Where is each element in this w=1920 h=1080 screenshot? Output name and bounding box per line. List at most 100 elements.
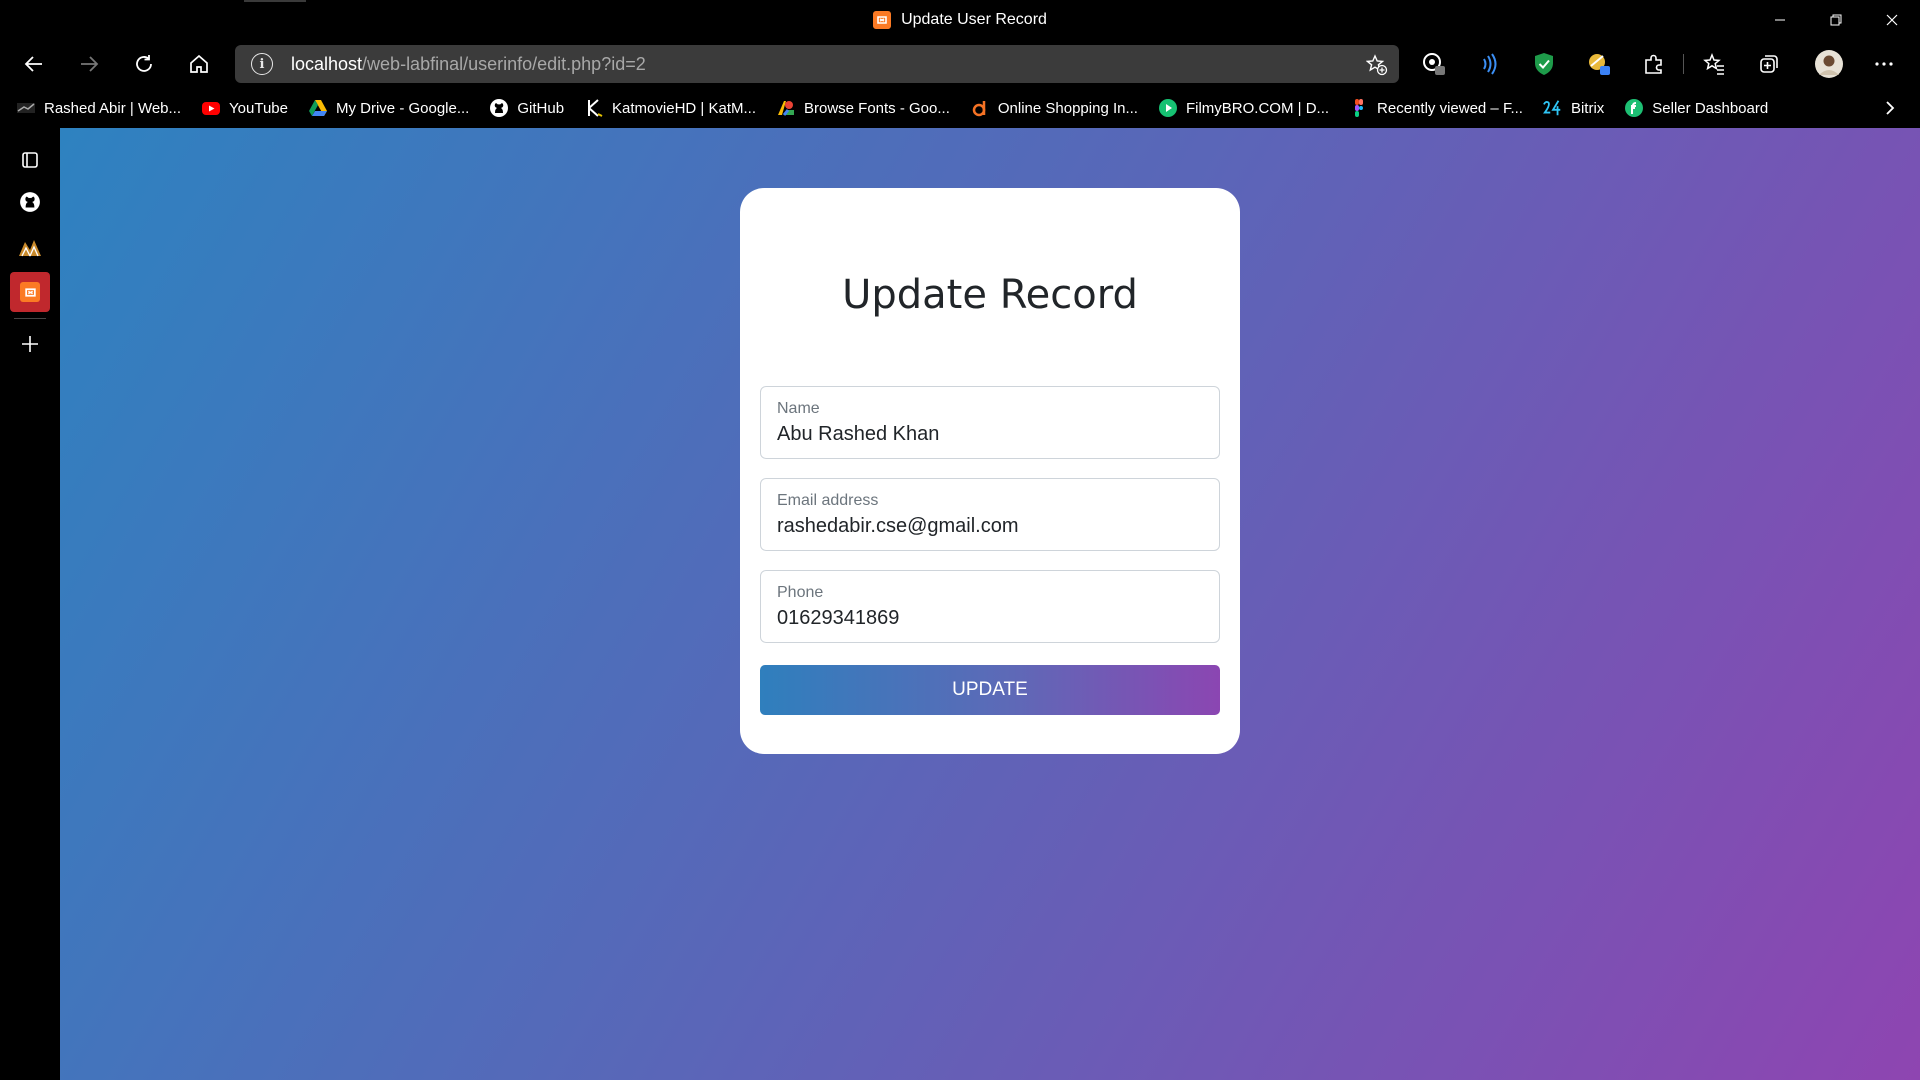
sidebar-separator xyxy=(14,318,46,319)
bookmarks-bar: Rashed Abir | Web... YouTube My Drive - … xyxy=(0,88,1920,128)
browser-sidebar xyxy=(0,128,60,1080)
avatar xyxy=(1815,50,1843,78)
daraz-icon xyxy=(970,98,990,118)
bookmark-seller-dashboard[interactable]: Seller Dashboard xyxy=(1624,98,1768,118)
youtube-icon xyxy=(201,98,221,118)
favorites-star-icon xyxy=(1703,52,1724,75)
bookmark-label: Seller Dashboard xyxy=(1652,99,1769,117)
close-icon xyxy=(1886,14,1898,26)
fiverr-icon xyxy=(1624,98,1644,118)
chevron-right-icon xyxy=(1886,101,1895,115)
bookmark-online-shopping[interactable]: Online Shopping In... xyxy=(970,98,1138,118)
toolbar-separator xyxy=(1683,54,1684,74)
back-button[interactable] xyxy=(14,44,54,84)
rashed-abir-favicon xyxy=(16,98,36,118)
restore-button[interactable] xyxy=(1808,0,1864,40)
page-viewport: Update Record Name Email address Phone U… xyxy=(60,128,1920,1080)
sidebar-tab-actions-button[interactable] xyxy=(10,140,50,180)
phone-input[interactable] xyxy=(777,607,1197,630)
phone-field-label: Phone xyxy=(777,584,824,601)
url-path: /web-labfinal/userinfo/edit.php?id=2 xyxy=(362,53,646,74)
sidebar-add-button[interactable] xyxy=(10,324,50,364)
github-icon xyxy=(20,192,40,212)
bookmark-google-fonts[interactable]: Browse Fonts - Goo... xyxy=(776,98,950,118)
figma-icon xyxy=(1349,98,1369,118)
bookmark-label: My Drive - Google... xyxy=(335,99,470,117)
extension-button-3[interactable] xyxy=(1529,49,1559,79)
extension-button-2[interactable] xyxy=(1474,49,1504,79)
mountain-logo-icon xyxy=(19,240,41,257)
filmybro-icon xyxy=(1158,98,1178,118)
home-button[interactable] xyxy=(179,44,219,84)
sidebar-xampp-button[interactable] xyxy=(10,272,50,312)
bookmark-filmybro[interactable]: FilmyBRO.COM | D... xyxy=(1158,98,1329,118)
close-window-button[interactable] xyxy=(1864,0,1920,40)
more-horizontal-icon xyxy=(1875,62,1893,66)
bookmark-label: Rashed Abir | Web... xyxy=(44,99,182,117)
sidebar-github-button[interactable] xyxy=(10,182,50,222)
name-field[interactable]: Name xyxy=(760,386,1220,459)
bookmark-label: Browse Fonts - Goo... xyxy=(803,99,950,117)
phone-field[interactable]: Phone xyxy=(760,570,1220,643)
wifi-signal-icon xyxy=(1483,53,1497,75)
search-extension-icon xyxy=(1423,53,1445,75)
bookmark-rashed-abir[interactable]: Rashed Abir | Web... xyxy=(16,98,181,118)
navigation-bar: i localhost/web-labfinal/userinfo/edit.p… xyxy=(0,40,1920,88)
profile-button[interactable] xyxy=(1812,47,1846,81)
window-title-group: Update User Record xyxy=(0,0,1920,40)
title-bar: Update User Record xyxy=(0,0,1920,40)
bookmark-label: Recently viewed – F... xyxy=(1377,99,1523,117)
puzzle-icon xyxy=(1645,54,1662,74)
more-bookmarks-button[interactable] xyxy=(1880,98,1900,118)
xampp-icon xyxy=(873,11,892,29)
email-input[interactable] xyxy=(777,515,1197,538)
bookmark-label: FilmyBRO.COM | D... xyxy=(1185,99,1330,117)
update-record-card: Update Record Name Email address Phone U… xyxy=(740,188,1240,754)
arrow-right-icon xyxy=(81,56,99,72)
bookmark-youtube[interactable]: YouTube xyxy=(201,98,288,118)
collections-button[interactable] xyxy=(1754,49,1784,79)
bookmark-bitrix[interactable]: Bitrix xyxy=(1542,98,1605,118)
name-input[interactable] xyxy=(777,423,1197,446)
star-add-icon xyxy=(1366,54,1388,76)
bookmark-katmovie[interactable]: KatmovieHD | KatM... xyxy=(584,98,756,118)
update-button[interactable]: UPDATE xyxy=(760,665,1220,715)
email-field[interactable]: Email address xyxy=(760,478,1220,551)
info-icon[interactable]: i xyxy=(251,53,273,75)
bookmark-label: Online Shopping In... xyxy=(997,99,1138,117)
extension-button-4[interactable] xyxy=(1584,49,1614,79)
tab-actions-icon xyxy=(22,152,38,168)
extensions-button[interactable] xyxy=(1639,49,1669,79)
forward-button[interactable] xyxy=(69,44,109,84)
email-field-label: Email address xyxy=(777,492,879,509)
xampp-icon xyxy=(20,282,40,302)
favorites-button[interactable] xyxy=(1699,49,1729,79)
name-field-label: Name xyxy=(777,400,820,417)
address-bar[interactable]: i localhost/web-labfinal/userinfo/edit.p… xyxy=(235,45,1399,83)
collections-icon xyxy=(1760,55,1778,73)
settings-more-button[interactable] xyxy=(1869,49,1899,79)
sidebar-site-button[interactable] xyxy=(10,227,50,267)
color-picker-icon xyxy=(1589,54,1610,75)
bookmark-figma[interactable]: Recently viewed – F... xyxy=(1349,98,1523,118)
minimize-button[interactable] xyxy=(1752,0,1808,40)
reload-button[interactable] xyxy=(124,44,164,84)
plus-icon xyxy=(22,336,38,352)
bookmark-label: Bitrix xyxy=(1570,99,1605,117)
github-icon xyxy=(489,98,509,118)
window-title: Update User Record xyxy=(901,11,1047,28)
bitrix24-icon xyxy=(1542,98,1563,118)
extension-button-1[interactable] xyxy=(1419,49,1449,79)
arrow-left-icon xyxy=(24,56,42,72)
url-text[interactable]: localhost/web-labfinal/userinfo/edit.php… xyxy=(291,54,646,75)
bookmark-google-drive[interactable]: My Drive - Google... xyxy=(308,98,469,118)
window-controls xyxy=(1752,0,1920,40)
minimize-icon xyxy=(1775,19,1785,21)
google-drive-icon xyxy=(308,98,328,118)
page-title: Update Record xyxy=(842,272,1138,318)
bookmark-label: YouTube xyxy=(229,99,288,117)
google-fonts-icon xyxy=(776,98,796,118)
add-favorite-button[interactable] xyxy=(1365,53,1389,77)
bookmark-github[interactable]: GitHub xyxy=(489,98,564,118)
bookmark-label: GitHub xyxy=(517,99,565,117)
